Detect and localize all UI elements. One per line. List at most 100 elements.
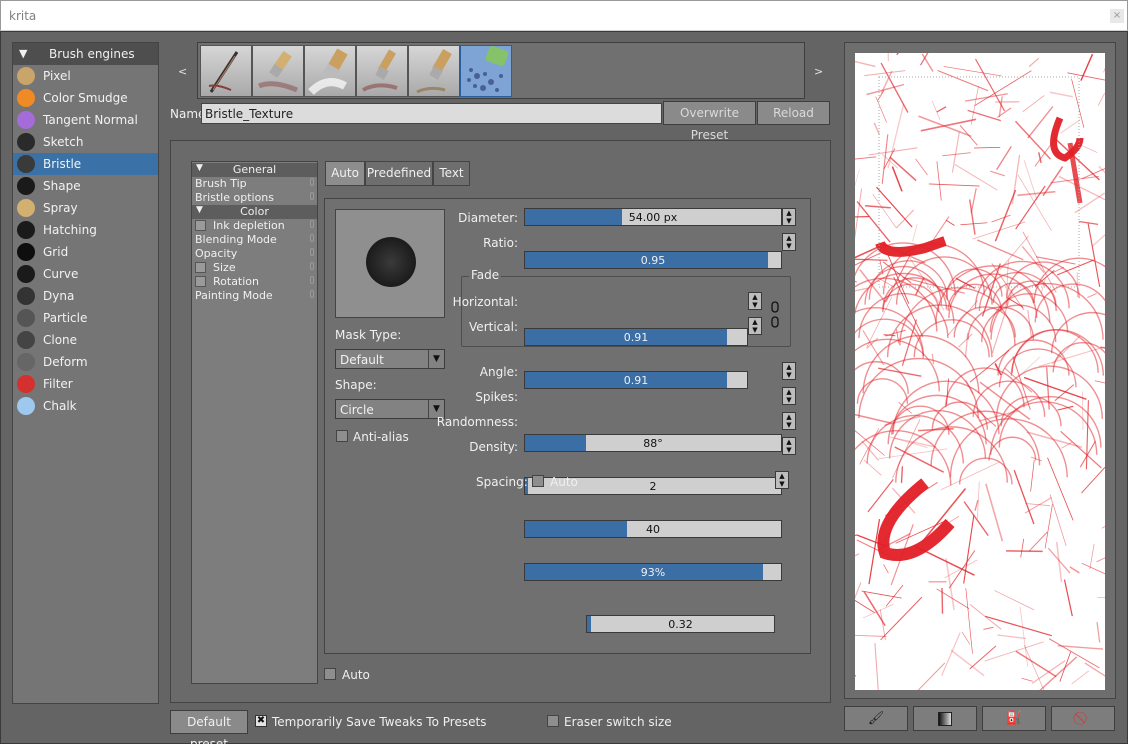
ratio-spinner[interactable]: ▲ ▼ xyxy=(782,233,796,251)
option-checkbox[interactable] xyxy=(195,276,206,287)
default-preset-button[interactable]: Default preset xyxy=(170,710,248,744)
horizontal-slider[interactable]: 0.91 xyxy=(524,328,748,346)
diameter-spinner[interactable]: ▲ ▼ xyxy=(782,208,796,226)
anti-alias-checkbox[interactable] xyxy=(336,430,348,442)
reload-button[interactable]: Reload xyxy=(757,101,830,125)
arrow-up-icon[interactable]: ▲ xyxy=(783,413,795,421)
engine-sketch[interactable]: Sketch xyxy=(13,131,158,153)
arrow-up-icon[interactable]: ▲ xyxy=(783,438,795,446)
preset-thumb[interactable] xyxy=(200,45,252,97)
preset-next-button[interactable]: > xyxy=(814,65,823,78)
engine-filter[interactable]: Filter xyxy=(13,373,158,395)
engine-hatching[interactable]: Hatching xyxy=(13,219,158,241)
vertical-spinner[interactable]: ▲ ▼ xyxy=(748,317,762,335)
tab-text[interactable]: Text xyxy=(433,161,470,186)
density-slider[interactable]: 93% xyxy=(524,563,782,581)
randomness-spinner[interactable]: ▲ ▼ xyxy=(782,412,796,430)
engine-deform[interactable]: Deform xyxy=(13,351,158,373)
ratio-slider[interactable]: 0.95 xyxy=(524,251,782,269)
arrow-up-icon[interactable]: ▲ xyxy=(783,363,795,371)
arrow-down-icon[interactable]: ▼ xyxy=(749,326,761,334)
preset-thumb[interactable] xyxy=(408,45,460,97)
scratchpad-canvas[interactable] xyxy=(855,53,1105,690)
engine-clone[interactable]: Clone xyxy=(13,329,158,351)
arrow-down-icon[interactable]: ▼ xyxy=(783,371,795,379)
arrow-up-icon[interactable]: ▲ xyxy=(749,318,761,326)
preset-name-field[interactable]: Bristle_Texture xyxy=(201,103,662,124)
arrow-up-icon[interactable]: ▲ xyxy=(783,209,795,217)
preset-thumb[interactable] xyxy=(356,45,408,97)
engine-grid[interactable]: Grid xyxy=(13,241,158,263)
overwrite-preset-button[interactable]: Overwrite Preset xyxy=(663,101,756,142)
engine-tangent-normal[interactable]: Tangent Normal xyxy=(13,109,158,131)
brush-engines-header[interactable]: ▼ Brush engines xyxy=(13,43,158,65)
spacing-slider[interactable]: 0.32 xyxy=(586,615,775,633)
engine-shape[interactable]: Shape xyxy=(13,175,158,197)
density-spinner[interactable]: ▲ ▼ xyxy=(782,437,796,455)
vertical-slider[interactable]: 0.91 xyxy=(524,371,748,389)
eraser-switch-checkbox[interactable] xyxy=(547,715,559,727)
preset-thumb-selected[interactable] xyxy=(460,45,512,97)
option-checkbox[interactable] xyxy=(195,262,206,273)
spacing-auto-checkbox[interactable] xyxy=(532,475,544,487)
preset-thumb[interactable] xyxy=(252,45,304,97)
option-general[interactable]: ▼ General xyxy=(192,163,317,177)
tab-auto[interactable]: Auto xyxy=(325,161,365,186)
diameter-slider[interactable]: 54.00 px xyxy=(524,208,782,226)
arrow-up-icon[interactable]: ▲ xyxy=(783,388,795,396)
preset-thumb[interactable] xyxy=(304,45,356,97)
engine-chalk[interactable]: Chalk xyxy=(13,395,158,417)
arrow-down-icon[interactable]: ▼ xyxy=(783,217,795,225)
option-rotation[interactable]: Rotation xyxy=(192,275,317,289)
lock-icon[interactable] xyxy=(310,262,314,270)
option-size[interactable]: Size xyxy=(192,261,317,275)
close-icon[interactable]: × xyxy=(1110,9,1124,23)
arrow-up-icon[interactable]: ▲ xyxy=(749,293,761,301)
option-painting-mode[interactable]: Painting Mode xyxy=(192,289,317,303)
temp-save-checkbox[interactable]: ✖ xyxy=(255,715,267,727)
options-auto-checkbox[interactable] xyxy=(324,668,336,680)
option-opacity[interactable]: Opacity xyxy=(192,247,317,261)
engine-curve[interactable]: Curve xyxy=(13,263,158,285)
fill-with-background-button[interactable]: ⛽ xyxy=(982,706,1046,731)
option-brush-tip[interactable]: Brush Tip xyxy=(192,177,317,191)
randomness-slider[interactable]: 40 xyxy=(524,520,782,538)
tab-predefined[interactable]: Predefined xyxy=(365,161,433,186)
lock-icon[interactable] xyxy=(310,290,314,298)
angle-slider[interactable]: 88° xyxy=(524,434,782,452)
chain-link-icon[interactable] xyxy=(770,301,780,329)
arrow-down-icon[interactable]: ▼ xyxy=(776,480,788,488)
option-color[interactable]: ▼ Color xyxy=(192,205,317,219)
arrow-down-icon[interactable]: ▼ xyxy=(783,396,795,404)
option-bristle-options[interactable]: Bristle options xyxy=(192,191,317,205)
lock-icon[interactable] xyxy=(310,276,314,284)
engine-spray[interactable]: Spray xyxy=(13,197,158,219)
engine-pixel[interactable]: Pixel xyxy=(13,65,158,87)
arrow-up-icon[interactable]: ▲ xyxy=(776,472,788,480)
preset-prev-button[interactable]: < xyxy=(178,65,187,78)
spikes-spinner[interactable]: ▲ ▼ xyxy=(782,387,796,405)
engine-particle[interactable]: Particle xyxy=(13,307,158,329)
lock-icon[interactable] xyxy=(310,234,314,242)
fill-with-brush-button[interactable]: 🖌 xyxy=(844,706,908,731)
lock-icon[interactable] xyxy=(310,220,314,228)
horizontal-spinner[interactable]: ▲ ▼ xyxy=(748,292,762,310)
spacing-spinner[interactable]: ▲ ▼ xyxy=(775,471,789,489)
arrow-down-icon[interactable]: ▼ xyxy=(783,242,795,250)
arrow-down-icon[interactable]: ▼ xyxy=(783,446,795,454)
lock-icon[interactable] xyxy=(310,178,314,186)
lock-icon[interactable] xyxy=(310,248,314,256)
engine-bristle[interactable]: Bristle xyxy=(13,153,158,175)
lock-icon[interactable] xyxy=(310,192,314,200)
option-blending-mode[interactable]: Blending Mode xyxy=(192,233,317,247)
fill-with-gradient-button[interactable] xyxy=(913,706,977,731)
engine-dyna[interactable]: Dyna xyxy=(13,285,158,307)
option-ink-depletion[interactable]: Ink depletion xyxy=(192,219,317,233)
arrow-down-icon[interactable]: ▼ xyxy=(749,301,761,309)
option-checkbox[interactable] xyxy=(195,220,206,231)
angle-spinner[interactable]: ▲ ▼ xyxy=(782,362,796,380)
arrow-down-icon[interactable]: ▼ xyxy=(783,421,795,429)
clear-scratchpad-button[interactable]: ⃠ xyxy=(1051,706,1115,731)
arrow-up-icon[interactable]: ▲ xyxy=(783,234,795,242)
engine-color-smudge[interactable]: Color Smudge xyxy=(13,87,158,109)
